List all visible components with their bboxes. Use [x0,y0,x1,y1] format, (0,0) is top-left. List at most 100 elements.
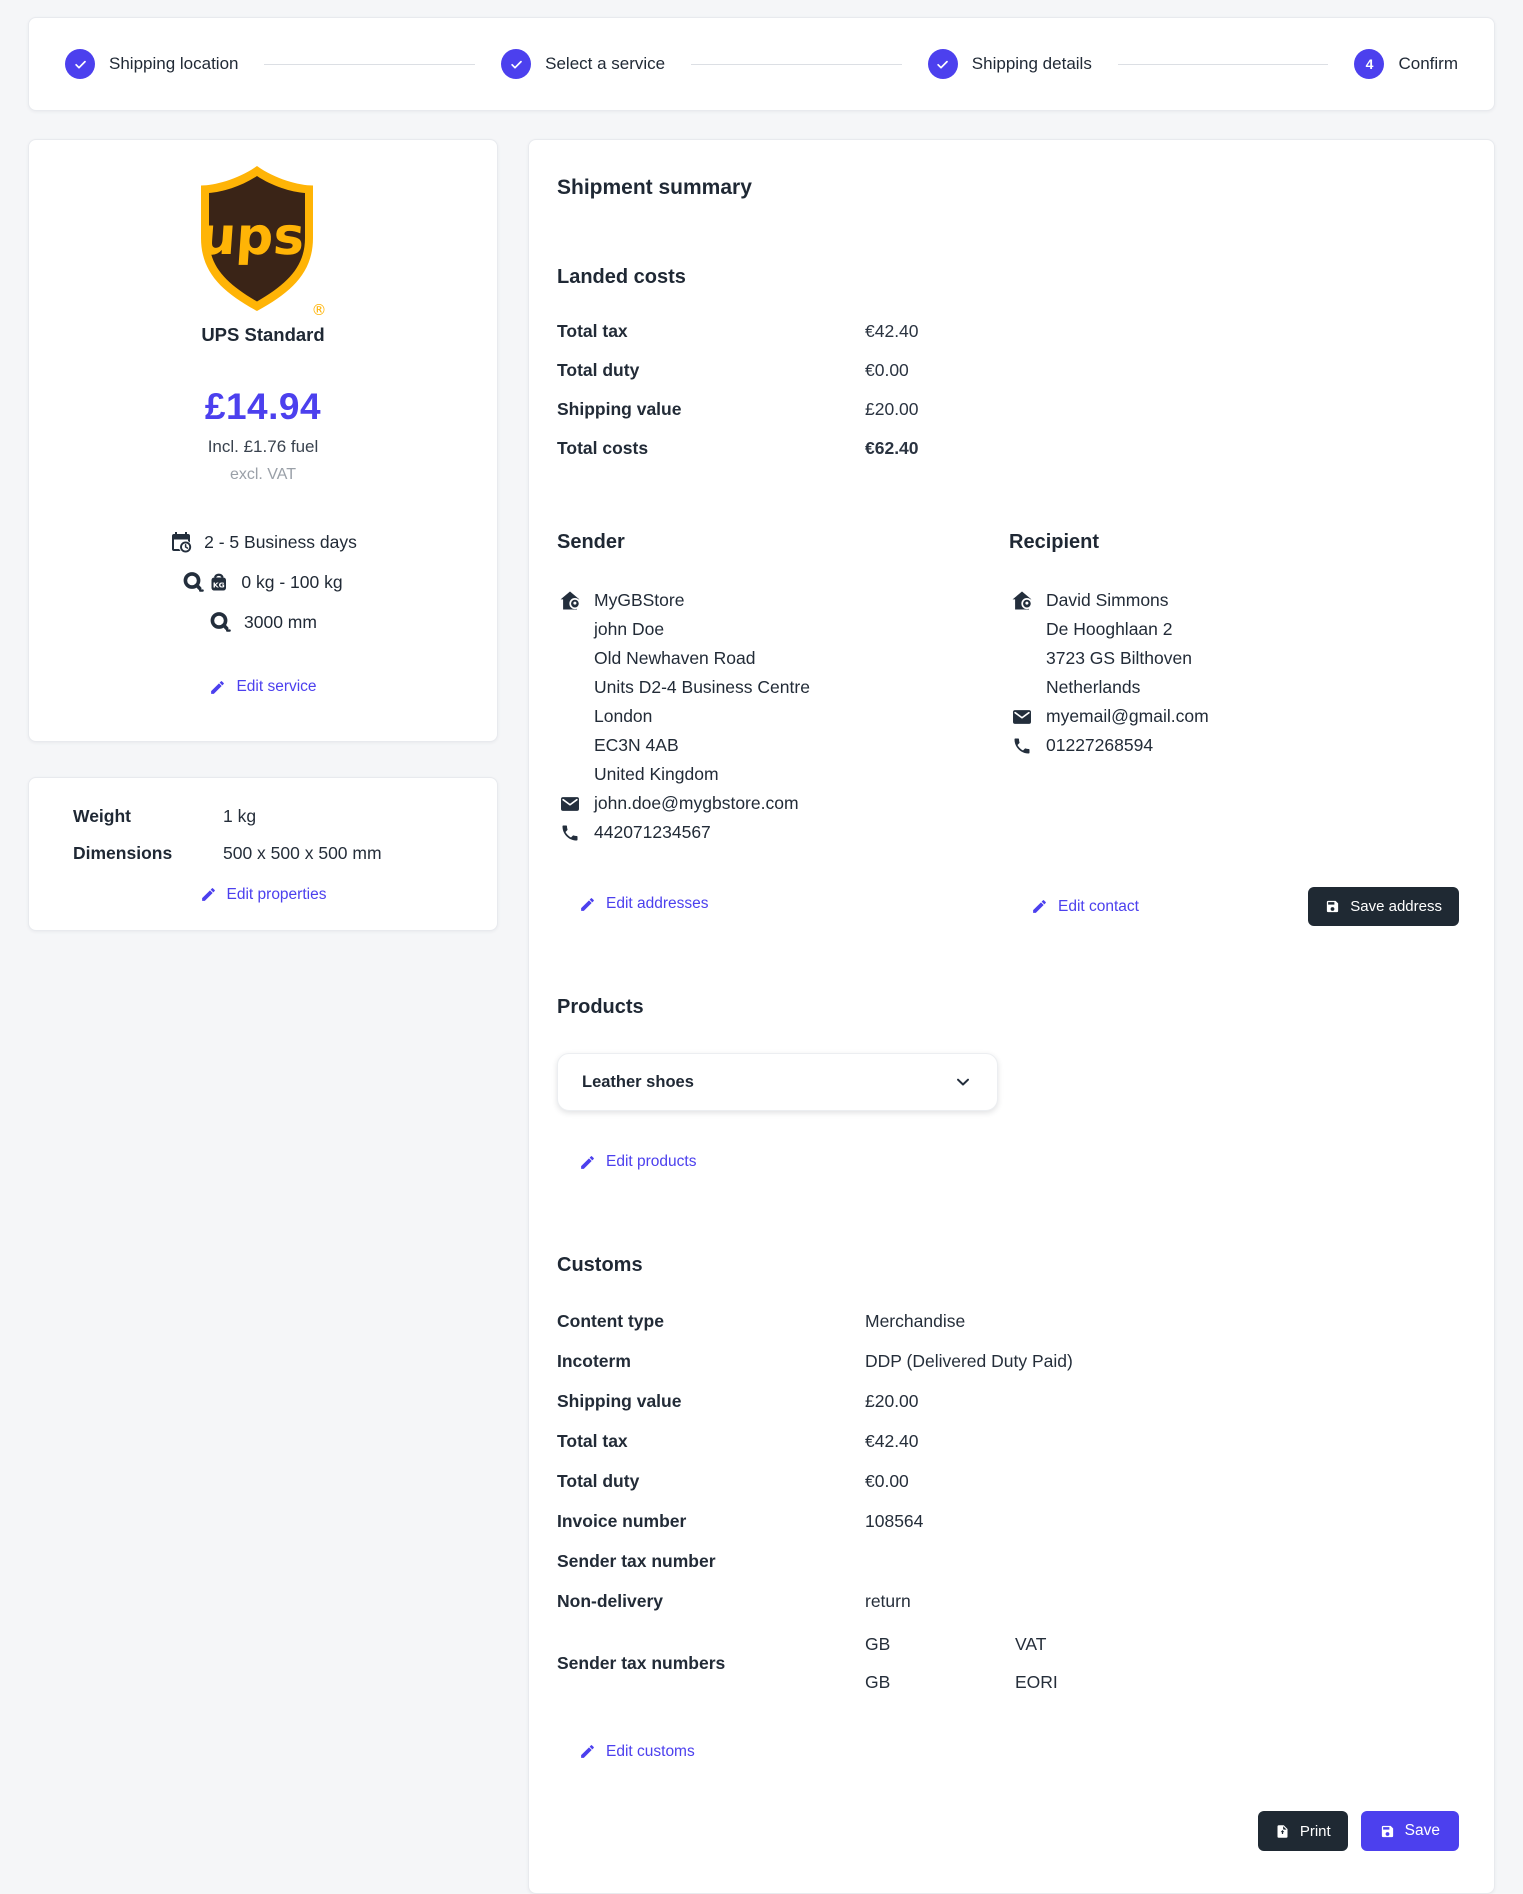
step-shipping-location[interactable]: Shipping location [65,49,238,79]
save-button[interactable]: Save [1361,1811,1459,1851]
parcel-properties-card: Weight 1 kg Dimensions 500 x 500 x 500 m… [28,777,498,932]
svg-text:ups: ups [197,207,306,267]
cost-row: Total tax €42.40 [557,321,1459,342]
ups-logo-icon: ups ® [195,162,331,322]
step-shipping-details[interactable]: Shipping details [928,49,1092,79]
check-icon [65,49,95,79]
measure-icon [209,610,233,634]
customs-row: Total duty €0.00 [557,1471,1459,1492]
step-divider [264,64,475,65]
sender-title: Sender [557,531,1009,554]
customs-row: Incoterm DDP (Delivered Duty Paid) [557,1351,1459,1372]
customs-row: Invoice number 108564 [557,1511,1459,1532]
products-title: Products [557,996,1459,1019]
phone-icon [1009,736,1035,756]
pencil-icon [579,1154,596,1171]
weight-range-row: KG 0 kg - 100 kg [53,570,473,594]
max-dimension-text: 3000 mm [244,612,317,633]
step-label: Select a service [545,54,665,74]
service-price: £14.94 [53,386,473,428]
save-address-button[interactable]: Save address [1308,887,1459,926]
product-dropdown[interactable]: Leather shoes [557,1053,998,1111]
step-confirm[interactable]: 4 Confirm [1354,49,1458,79]
recipient-address-line: Netherlands [1009,673,1459,702]
weight-value: 1 kg [223,806,453,827]
shipment-summary-card: Shipment summary Landed costs Total tax … [528,139,1495,1894]
step-divider [1118,64,1329,65]
mail-icon [1009,706,1035,728]
dimensions-label: Dimensions [73,843,223,864]
tax-number-type: VAT [1015,1634,1459,1655]
edit-service-link[interactable]: Edit service [209,678,316,696]
edit-customs-link[interactable]: Edit customs [579,1743,695,1761]
customs-row: Shipping value £20.00 [557,1391,1459,1412]
edit-addresses-link[interactable]: Edit addresses [579,895,709,913]
max-dimension-row: 3000 mm [53,610,473,634]
step-number-badge: 4 [1354,49,1384,79]
delivery-time-row: 2 - 5 Business days [53,530,473,554]
mail-icon [557,793,583,815]
fuel-surcharge-note: Incl. £1.76 fuel [53,437,473,457]
recipient-title: Recipient [1009,531,1459,554]
save-icon [1325,899,1340,914]
sender-address-line: john Doe [557,615,1009,644]
tax-number-country: GB [865,1672,1015,1693]
pencil-icon [1031,898,1048,915]
customs-section: Customs Content type Merchandise Incoter… [557,1254,1459,1766]
recipient-address-line: 3723 GS Bilthoven [1009,644,1459,673]
svg-text:®: ® [312,301,327,319]
sender-address-line: Old Newhaven Road [557,644,1009,673]
service-features: 2 - 5 Business days KG 0 kg - 100 kg [53,530,473,634]
measure-weight-icon: KG [183,570,230,594]
cost-row: Shipping value £20.00 [557,399,1459,420]
calendar-clock-icon [169,530,193,554]
check-icon [928,49,958,79]
customs-row: Non-delivery return [557,1591,1459,1612]
edit-products-link[interactable]: Edit products [579,1153,696,1171]
page-title: Shipment summary [557,176,1459,200]
phone-icon [557,823,583,843]
recipient-email-line: myemail@gmail.com [1009,702,1459,731]
customs-row: Sender tax number [557,1551,1459,1572]
pencil-icon [579,1743,596,1760]
delivery-time-text: 2 - 5 Business days [204,532,357,553]
sender-address-line: London [557,702,1009,731]
check-icon [501,49,531,79]
recipient-phone-line: 01227268594 [1009,731,1459,760]
cost-row: Total duty €0.00 [557,360,1459,381]
sender-phone-line: 442071234567 [557,818,1009,847]
step-label: Shipping location [109,54,238,74]
weight-range-text: 0 kg - 100 kg [241,572,342,593]
sender-tax-numbers-row: Sender tax numbers GB VAT GB EORI [557,1634,1459,1693]
step-select-service[interactable]: Select a service [501,49,665,79]
recipient-name-line: David Simmons [1009,586,1459,615]
total-costs-row: Total costs €62.40 [557,438,1459,459]
recipient-section: Recipient David Simmons De Hooghlaan 2 [1009,531,1459,847]
chevron-down-icon [953,1072,973,1092]
service-name: UPS Standard [53,324,473,346]
selected-service-card: ups ® UPS Standard £14.94 Incl. £1.76 fu… [28,139,498,742]
recipient-address-line: De Hooghlaan 2 [1009,615,1459,644]
pencil-icon [579,896,596,913]
sender-email-line: john.doe@mygbstore.com [557,789,1009,818]
sender-section: Sender MyGBStore john Doe Old [557,531,1009,847]
pencil-icon [200,886,217,903]
edit-contact-link[interactable]: Edit contact [1031,898,1139,916]
tax-number-country: GB [865,1634,1015,1655]
print-icon [1275,1824,1290,1839]
step-label: Shipping details [972,54,1092,74]
vat-note: excl. VAT [53,466,473,484]
print-button[interactable]: Print [1258,1811,1348,1851]
product-dropdown-value: Leather shoes [582,1073,694,1092]
customs-row: Content type Merchandise [557,1311,1459,1332]
sender-address-line: United Kingdom [557,760,1009,789]
landed-costs-title: Landed costs [557,266,1459,289]
sender-address-line: Units D2-4 Business Centre [557,673,1009,702]
address-pin-icon [557,589,583,613]
pencil-icon [209,679,226,696]
svg-text:KG: KG [213,580,225,589]
edit-properties-link[interactable]: Edit properties [200,886,327,904]
dimensions-value: 500 x 500 x 500 mm [223,843,453,864]
address-pin-icon [1009,589,1035,613]
products-section: Products Leather shoes Edit products [557,996,1459,1176]
